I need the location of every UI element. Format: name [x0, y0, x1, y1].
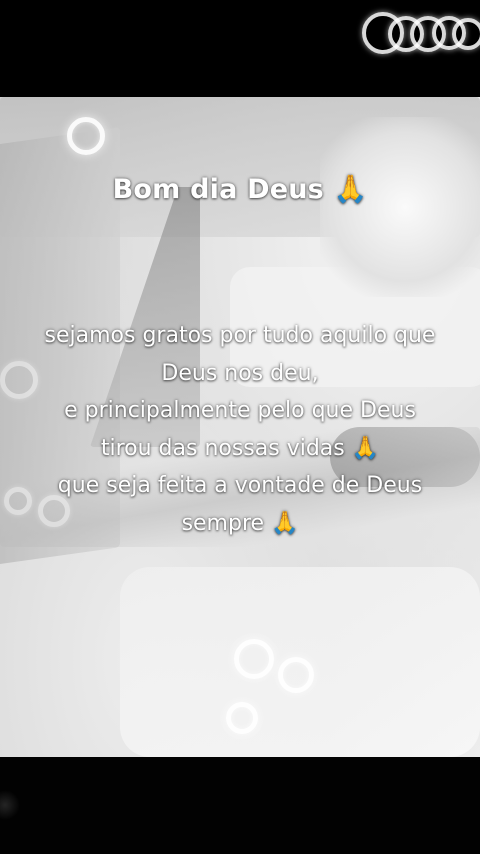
- bokeh-ring-icon: [278, 657, 314, 693]
- bokeh-rings-icon: [360, 10, 480, 54]
- bokeh-ring-icon: [226, 702, 258, 734]
- message-line: sempre 🙏: [181, 510, 299, 536]
- message-line: e principalmente pelo que Deus: [64, 398, 416, 423]
- message-line: tirou das nossas vidas 🙏: [100, 435, 380, 461]
- bokeh-ring-icon: [67, 117, 105, 155]
- post-title: Bom dia Deus 🙏: [112, 174, 368, 205]
- bottom-letterbox: [0, 757, 480, 854]
- bokeh-ring-icon: [234, 639, 274, 679]
- message-line: sejamos gratos por tudo aquilo que: [44, 323, 436, 348]
- video-screen: Bom dia Deus 🙏 sejamos gratos por tudo a…: [0, 0, 480, 854]
- message-line: Deus nos deu,: [161, 360, 319, 386]
- message-line: que seja feita a vontade de Deus: [57, 473, 423, 498]
- post-message: sejamos gratos por tudo aquilo que Deus …: [0, 317, 480, 542]
